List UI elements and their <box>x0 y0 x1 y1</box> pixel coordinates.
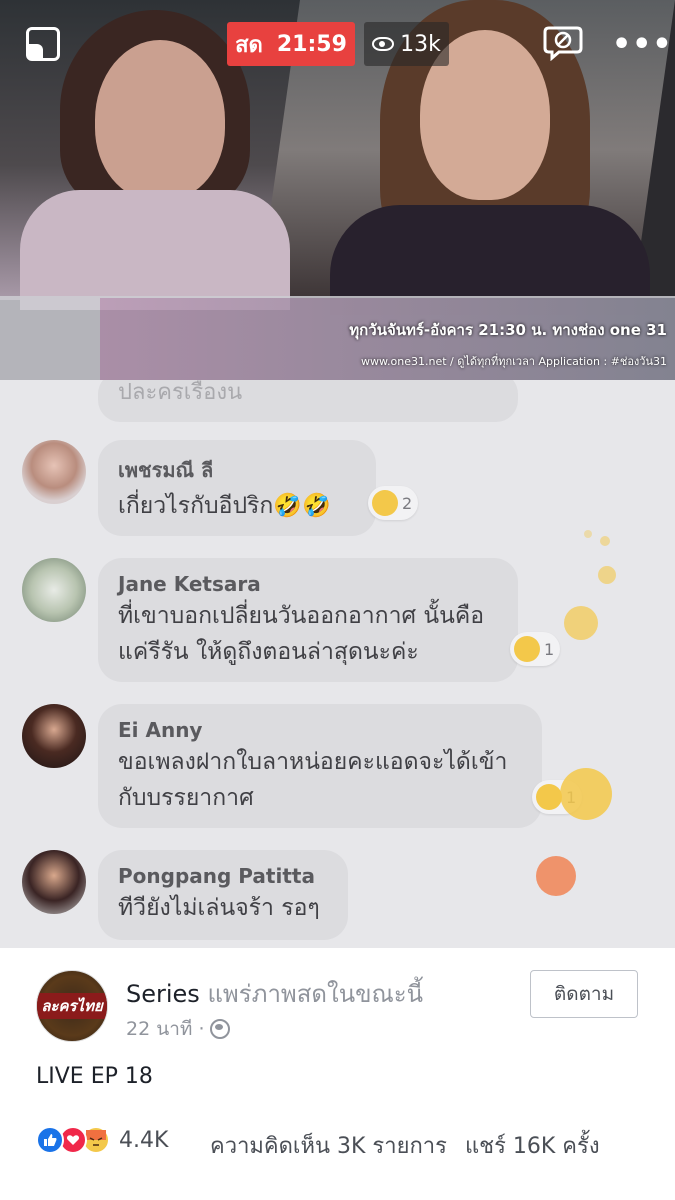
live-timer: 21:59 <box>276 31 347 57</box>
floating-reaction-icon <box>600 536 610 546</box>
viewer-count: 13k <box>400 31 441 57</box>
commenter-avatar[interactable] <box>22 440 86 504</box>
comments-count[interactable]: ความคิดเห็น 3K รายการ <box>210 1128 447 1163</box>
live-status-text: แพร่ภาพสดในขณะนี้ <box>207 980 424 1008</box>
wow-emoji-icon <box>536 784 562 810</box>
live-label: สด <box>235 32 263 58</box>
laughing-emoji-icon <box>564 606 598 640</box>
comment-text: กับบรรยากาศ <box>118 785 254 811</box>
live-comments-feed[interactable]: ปละครเรื่องน เพชรมณี ลี เกี่ยวไรกับอีปริ… <box>0 380 675 948</box>
comment-text: ที่เขาบอกเปลี่ยนวันออกอากาศ นั้นคือ <box>118 603 485 629</box>
picture-in-picture-icon[interactable] <box>26 27 60 61</box>
comment-reaction[interactable]: 2 <box>368 486 419 520</box>
post-info-panel: ละครไทย Series แพร่ภาพสดในขณะนี้ 22 นาที… <box>0 948 675 1200</box>
follow-button[interactable]: ติดตาม <box>530 970 638 1018</box>
video-caption-schedule: ทุกวันจันทร์-อังคาร 21:30 น. ทางช่อง one… <box>349 321 667 339</box>
floating-reaction-icon <box>598 566 616 584</box>
comment-text: ขอเพลงฝากใบลาหน่อยคะแอดจะได้เข้า <box>118 749 508 775</box>
reactions-count: 4.4K <box>119 1127 169 1153</box>
comment-bubble: เพชรมณี ลี เกี่ยวไรกับอีปริก🤣🤣 <box>98 440 376 536</box>
comments-off-icon[interactable] <box>543 25 583 61</box>
page-name[interactable]: Series <box>126 980 200 1008</box>
page-avatar[interactable]: ละครไทย <box>36 970 108 1042</box>
video-caption-website: www.one31.net / ดูได้ทุกที่ทุกเวลา Appli… <box>361 355 667 368</box>
live-badge: สด 21:59 <box>227 22 355 66</box>
faded-comment-text: ปละครเรื่องน <box>118 380 243 405</box>
page-avatar-logo-text: ละครไทย <box>37 993 107 1019</box>
comment-bubble: Pongpang Patitta ทีวียังไม่เล่นจร้า รอๆ <box>98 850 348 940</box>
commenter-name[interactable]: Ei Anny <box>118 718 522 742</box>
post-title: LIVE EP 18 <box>36 1064 153 1089</box>
reaction-count: 1 <box>544 639 555 659</box>
comment-reaction[interactable]: 1 <box>510 632 561 666</box>
reaction-count: 2 <box>402 493 413 513</box>
floating-reaction-icon <box>584 530 592 538</box>
comment-bubble: Jane Ketsara ที่เขาบอกเปลี่ยนวันออกอากาศ… <box>98 558 518 682</box>
laughing-emoji-icon <box>372 490 398 516</box>
comment-bubble: Ei Anny ขอเพลงฝากใบลาหน่อยคะแอดจะได้เข้า… <box>98 704 542 828</box>
person-left-body <box>20 190 290 310</box>
shares-count[interactable]: แชร์ 16K ครั้ง <box>465 1128 600 1163</box>
faded-comment: ปละครเรื่องน <box>98 380 518 422</box>
commenter-avatar[interactable] <box>22 704 86 768</box>
commenter-name[interactable]: Jane Ketsara <box>118 572 498 596</box>
page-name-line: Series แพร่ภาพสดในขณะนี้ <box>126 974 423 1013</box>
eye-icon <box>372 37 395 51</box>
commenter-name[interactable]: Pongpang Patitta <box>118 864 328 888</box>
comment-text: ทีวียังไม่เล่นจร้า รอๆ <box>118 895 320 921</box>
person-left-face <box>95 40 225 200</box>
like-icon <box>36 1126 64 1154</box>
post-stats: ความคิดเห็น 3K รายการ แชร์ 16K ครั้ง <box>210 1128 600 1163</box>
comment-text: แค่รีรัน ให้ดูถึงตอนล่าสุดนะค่ะ <box>118 639 419 665</box>
more-options-icon[interactable]: ••• <box>612 30 673 60</box>
commenter-avatar[interactable] <box>22 850 86 914</box>
laughing-emoji-icon <box>514 636 540 662</box>
winking-emoji-icon <box>560 768 612 820</box>
post-time-text: 22 นาที · <box>126 1018 205 1040</box>
comment-text: เกี่ยวไรกับอีปริก🤣🤣 <box>118 493 331 519</box>
post-time: 22 นาที · <box>126 1014 231 1044</box>
globe-icon <box>210 1019 231 1039</box>
viewer-count-badge: 13k <box>364 22 449 66</box>
commenter-name[interactable]: เพชรมณี ลี <box>118 454 356 486</box>
reactions-summary[interactable]: 4.4K <box>36 1126 168 1154</box>
angry-emoji-icon <box>536 856 576 896</box>
commenter-avatar[interactable] <box>22 558 86 622</box>
